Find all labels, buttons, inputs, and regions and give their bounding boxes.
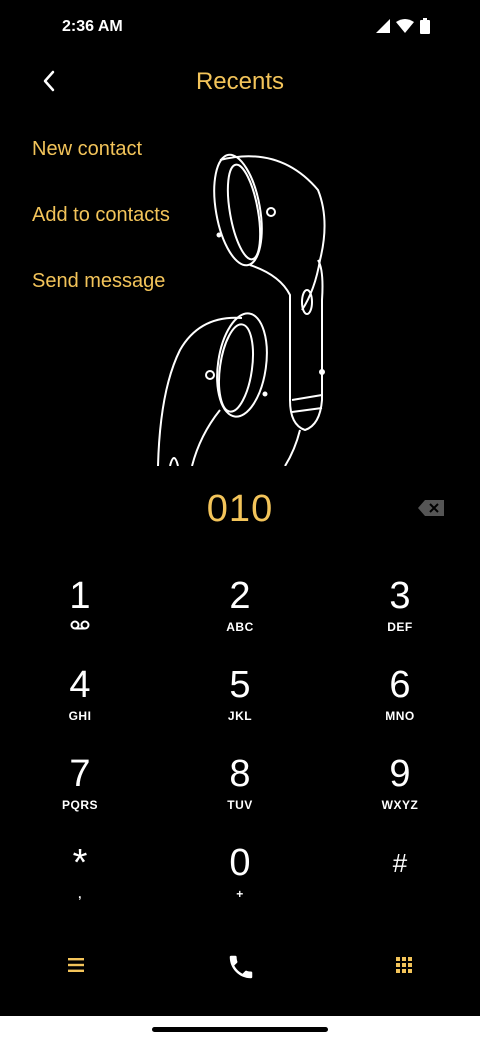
key-digit: 1 bbox=[69, 575, 91, 617]
home-indicator[interactable] bbox=[152, 1027, 328, 1032]
system-nav-bar bbox=[0, 1016, 480, 1040]
dialpad-key-8[interactable]: 8 TUV bbox=[180, 754, 300, 834]
status-bar: 2:36 AM bbox=[0, 0, 480, 56]
key-letters: MNO bbox=[385, 709, 415, 723]
app-header: Recents bbox=[0, 56, 480, 106]
key-digit: 9 bbox=[389, 753, 411, 795]
key-digit: 0 bbox=[229, 842, 251, 884]
backspace-icon[interactable] bbox=[418, 500, 444, 516]
key-digit: 2 bbox=[229, 575, 251, 617]
dialpad-key-3[interactable]: 3 DEF bbox=[340, 576, 460, 656]
new-contact-button[interactable]: New contact bbox=[32, 138, 142, 161]
key-letters: GHI bbox=[68, 709, 92, 723]
send-message-button[interactable]: Send message bbox=[32, 270, 165, 293]
key-digit: 6 bbox=[389, 664, 411, 706]
voicemail-icon bbox=[70, 620, 90, 630]
earphones-illustration bbox=[157, 153, 326, 466]
cell-signal-icon bbox=[376, 19, 390, 33]
key-digit: 8 bbox=[229, 753, 251, 795]
key-letters: JKL bbox=[227, 709, 253, 723]
key-digit: 7 bbox=[69, 753, 91, 795]
dialpad-key-0[interactable]: 0 + bbox=[180, 843, 300, 923]
key-digit: 4 bbox=[69, 664, 91, 706]
menu-icon[interactable] bbox=[68, 958, 84, 972]
key-digit: 5 bbox=[229, 664, 251, 706]
dialed-number: 010 bbox=[206, 488, 274, 530]
dialpad-key-2[interactable]: 2 ABC bbox=[180, 576, 300, 656]
key-digit: # bbox=[392, 848, 408, 878]
call-icon[interactable] bbox=[226, 952, 256, 982]
key-letters: WXYZ bbox=[381, 798, 419, 812]
key-letters: TUV bbox=[227, 798, 253, 812]
dialpad-key-9[interactable]: 9 WXYZ bbox=[340, 754, 460, 834]
wifi-icon bbox=[396, 19, 414, 33]
page-title: Recents bbox=[195, 68, 285, 95]
key-digit: * bbox=[72, 842, 88, 884]
dialpad-key-5[interactable]: 5 JKL bbox=[180, 665, 300, 745]
dialpad-icon[interactable] bbox=[396, 957, 412, 973]
bottom-action-bar bbox=[0, 940, 480, 1000]
key-letters: ABC bbox=[226, 620, 254, 634]
dialpad-key-1[interactable]: 1 bbox=[20, 576, 140, 656]
dialpad-key-hash[interactable]: # bbox=[340, 843, 460, 923]
status-time: 2:36 AM bbox=[62, 18, 123, 35]
key-digit: 3 bbox=[389, 575, 411, 617]
key-letters: PQRS bbox=[61, 798, 98, 812]
key-letters: + bbox=[236, 887, 244, 901]
key-letters: , bbox=[78, 887, 82, 901]
battery-icon bbox=[420, 18, 430, 34]
dialpad-key-7[interactable]: 7 PQRS bbox=[20, 754, 140, 834]
key-letters: DEF bbox=[387, 620, 413, 634]
dialpad-key-4[interactable]: 4 GHI bbox=[20, 665, 140, 745]
dialpad-key-6[interactable]: 6 MNO bbox=[340, 665, 460, 745]
dialpad-key-star[interactable]: * , bbox=[20, 843, 140, 923]
status-icons bbox=[376, 18, 430, 34]
